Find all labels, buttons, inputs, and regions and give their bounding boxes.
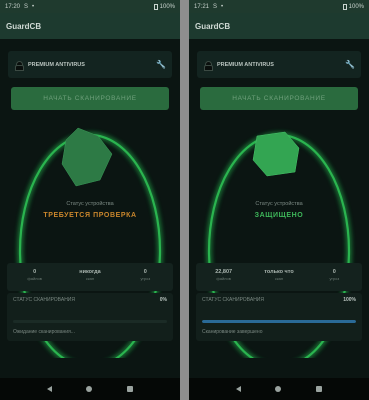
premium-card: PREMIUM ANTIVIRUS 🔧 (197, 51, 361, 78)
premium-card: PREMIUM ANTIVIRUS 🔧 (8, 51, 172, 78)
stats-panel: 22,807 файлов только что скан 0 угроз (196, 263, 362, 291)
divider (180, 0, 189, 400)
scan-message: Сканирование завершено (202, 329, 263, 335)
scan-status-label: СТАТУС СКАНИРОВАНИЯ (202, 297, 265, 303)
stat-last-scan: только что скан (264, 269, 294, 281)
notification-icon: • (221, 3, 224, 10)
stat-threats: 0 угроз (140, 269, 151, 281)
recents-icon[interactable] (126, 386, 133, 392)
scan-message: Ожидание сканирования... (13, 329, 75, 335)
stat-files: 22,807 файлов (215, 269, 233, 281)
recents-icon[interactable] (315, 386, 322, 392)
status-bar: 17:20 S • 100% (0, 0, 180, 13)
notification-icon: • (32, 3, 35, 10)
phone-screen-before-scan: 17:20 S • 100% GuardCB PREMIUM ANTIVIRUS… (0, 0, 180, 400)
battery-percent: 100% (159, 3, 175, 10)
scan-ring (12, 127, 168, 382)
stat-threats: 0 угроз (329, 269, 340, 281)
battery-icon (342, 3, 347, 10)
progress-track (13, 320, 167, 323)
app-title: GuardCB (6, 21, 42, 31)
scan-percent: 0% (159, 297, 167, 303)
spy-logo-icon (204, 60, 213, 71)
home-icon[interactable] (86, 386, 93, 392)
clock: 17:21 (194, 3, 210, 10)
back-icon[interactable] (236, 386, 242, 392)
phone-screen-after-scan: 17:21 S • 100% GuardCB PREMIUM ANTIVIRUS… (189, 0, 369, 400)
notification-icon: S (24, 3, 29, 10)
wrench-icon[interactable]: 🔧 (156, 60, 166, 69)
progress-track (202, 320, 356, 323)
device-status-value: ТРЕБУЕТСЯ ПРОВЕРКА (43, 212, 137, 219)
device-status-label: Статус устройства (255, 201, 303, 207)
scan-status-panel: СТАТУС СКАНИРОВАНИЯ 0% Ожидание сканиров… (7, 293, 173, 341)
device-status-label: Статус устройства (66, 201, 114, 207)
premium-title: PREMIUM ANTIVIRUS (28, 61, 85, 68)
battery-icon (153, 3, 158, 10)
app-bar: GuardCB (189, 13, 369, 39)
system-nav-bar (189, 378, 369, 400)
start-scan-button[interactable]: НАЧАТЬ СКАНИРОВАНИЕ (200, 87, 358, 110)
system-nav-bar (0, 378, 180, 400)
app-title: GuardCB (195, 21, 231, 31)
app-bar: GuardCB (0, 13, 180, 39)
stats-panel: 0 файлов никогда скан 0 угроз (7, 263, 173, 291)
battery-percent: 100% (348, 3, 364, 10)
back-icon[interactable] (47, 386, 53, 392)
progress-fill (202, 320, 356, 323)
home-icon[interactable] (275, 386, 282, 392)
spy-logo-icon (15, 60, 24, 71)
scan-status-panel: СТАТУС СКАНИРОВАНИЯ 100% Сканирование за… (196, 293, 362, 341)
scan-ring (201, 131, 357, 382)
wrench-icon[interactable]: 🔧 (345, 60, 355, 69)
notification-icon: S (213, 3, 218, 10)
stat-last-scan: никогда скан (79, 269, 101, 281)
stat-files: 0 файлов (27, 269, 42, 281)
start-scan-button[interactable]: НАЧАТЬ СКАНИРОВАНИЕ (11, 87, 169, 110)
scan-percent: 100% (343, 297, 356, 303)
device-status-value: ЗАЩИЩЕНО (254, 212, 304, 219)
clock: 17:20 (5, 3, 21, 10)
status-bar: 17:21 S • 100% (189, 0, 369, 13)
premium-title: PREMIUM ANTIVIRUS (217, 61, 274, 68)
scan-status-label: СТАТУС СКАНИРОВАНИЯ (13, 297, 76, 303)
